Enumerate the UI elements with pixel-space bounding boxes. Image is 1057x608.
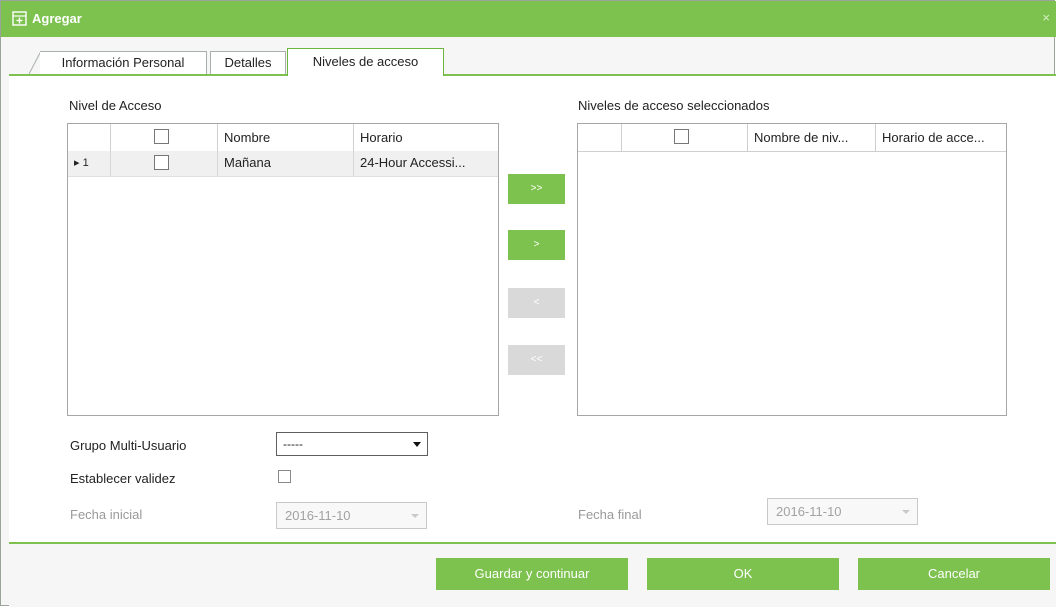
start-date-label: Fecha inicial bbox=[70, 507, 143, 522]
column-horario-acceso[interactable]: Horario de acce... bbox=[876, 124, 1007, 151]
tab-informacion-personal[interactable]: Información Personal bbox=[40, 51, 207, 74]
tab-label: Niveles de acceso bbox=[312, 54, 419, 69]
selected-levels-title: Niveles de acceso seleccionados bbox=[578, 98, 770, 113]
title-bar: Agregar × bbox=[1, 1, 1056, 37]
grid-header-select bbox=[111, 124, 218, 151]
row-marker: ▸ 1 bbox=[68, 151, 111, 176]
grid-header: Nombre Horario bbox=[68, 124, 498, 152]
column-nombre[interactable]: Nombre bbox=[218, 124, 354, 151]
validity-checkbox[interactable] bbox=[278, 470, 291, 483]
close-icon[interactable]: × bbox=[1042, 10, 1050, 25]
grid-header-indicator bbox=[68, 124, 111, 151]
dialog-title: Agregar bbox=[32, 11, 82, 26]
chevron-down-icon bbox=[413, 442, 421, 447]
move-right-button[interactable]: > bbox=[508, 230, 565, 260]
tab-strip: Información Personal Detalles Niveles de… bbox=[9, 47, 1056, 76]
row-nombre: Mañana bbox=[218, 151, 354, 176]
add-form-icon bbox=[12, 11, 27, 26]
save-continue-button[interactable]: Guardar y continuar bbox=[436, 558, 628, 590]
validity-label: Establecer validez bbox=[70, 471, 176, 486]
select-all-checkbox[interactable] bbox=[154, 129, 169, 144]
tab-detalles[interactable]: Detalles bbox=[210, 51, 286, 74]
row-select bbox=[111, 151, 218, 176]
column-nombre-nivel[interactable]: Nombre de niv... bbox=[748, 124, 876, 151]
end-date-value: 2016-11-10 bbox=[776, 504, 842, 519]
chevron-down-icon bbox=[902, 510, 910, 514]
access-level-grid: Nombre Horario ▸ 1 Mañana 24-Hour Access… bbox=[67, 123, 499, 416]
end-date-field[interactable]: 2016-11-10 bbox=[767, 498, 918, 525]
access-level-title: Nivel de Acceso bbox=[69, 98, 162, 113]
row-index: 1 bbox=[82, 157, 89, 169]
select-all-checkbox[interactable] bbox=[674, 129, 689, 144]
add-dialog: Agregar × Información Personal Detalles … bbox=[0, 0, 1056, 607]
multi-user-select[interactable]: ----- bbox=[276, 432, 428, 456]
chevron-down-icon bbox=[411, 514, 419, 518]
grid-header-indicator bbox=[578, 124, 622, 151]
row-pointer-icon: ▸ bbox=[74, 157, 80, 169]
row-checkbox[interactable] bbox=[154, 155, 169, 170]
move-left-button[interactable]: < bbox=[508, 288, 565, 318]
ok-button[interactable]: OK bbox=[647, 558, 839, 590]
column-horario[interactable]: Horario bbox=[354, 124, 499, 151]
table-row[interactable]: ▸ 1 Mañana 24-Hour Accessi... bbox=[68, 151, 498, 177]
move-all-right-button[interactable]: >> bbox=[508, 174, 565, 204]
grid-header-select bbox=[622, 124, 748, 151]
move-all-left-button[interactable]: << bbox=[508, 345, 565, 375]
tab-niveles-de-acceso[interactable]: Niveles de acceso bbox=[287, 48, 444, 76]
tab-label: Información Personal bbox=[61, 55, 185, 70]
start-date-field[interactable]: 2016-11-10 bbox=[276, 502, 427, 529]
grid-header: Nombre de niv... Horario de acce... bbox=[578, 124, 1006, 152]
row-horario: 24-Hour Accessi... bbox=[360, 155, 466, 170]
selected-levels-grid: Nombre de niv... Horario de acce... bbox=[577, 123, 1007, 416]
cancel-button[interactable]: Cancelar bbox=[858, 558, 1050, 590]
end-date-label: Fecha final bbox=[578, 507, 642, 522]
start-date-value: 2016-11-10 bbox=[285, 508, 351, 523]
multi-user-value: ----- bbox=[283, 437, 303, 451]
tab-label: Detalles bbox=[224, 55, 272, 70]
multi-user-label: Grupo Multi-Usuario bbox=[70, 438, 187, 453]
